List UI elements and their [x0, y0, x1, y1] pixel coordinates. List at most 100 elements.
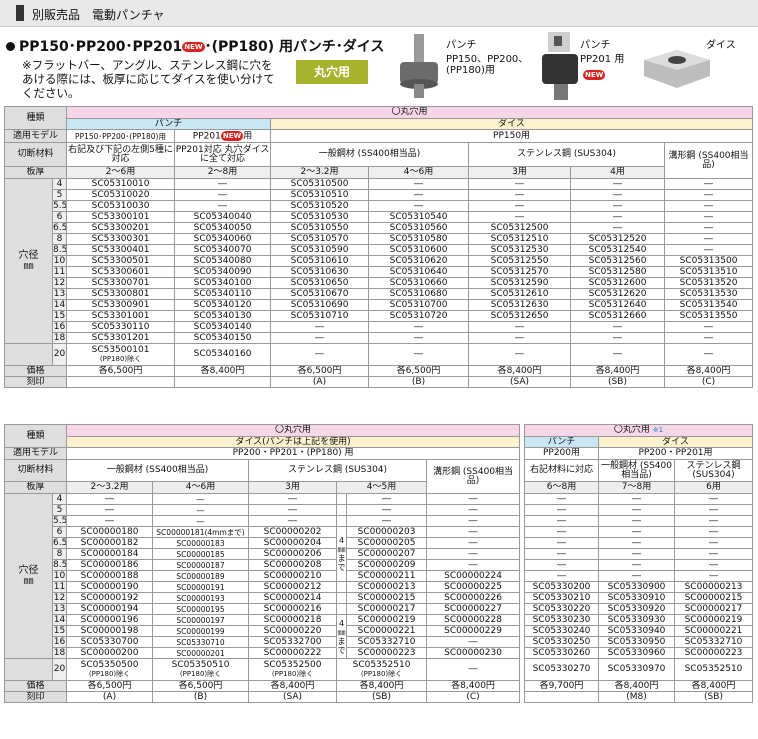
table-row: 6.5 SC53300201 SC05340050 SC05310550 SC05310…	[5, 222, 754, 234]
t1-cell: SC05340120	[174, 299, 272, 311]
t2-cell: SC00000228	[426, 614, 521, 626]
t2-cell: SC00000224	[426, 570, 521, 582]
t3-cell: SC05330220	[524, 603, 599, 615]
t2-cell: SC00000225	[426, 581, 521, 593]
t1-cell: SC05312540	[570, 244, 666, 256]
t2-cell: 10	[51, 570, 68, 582]
t1-price-4: 各8,400円	[468, 365, 572, 377]
t1-model-pp150: PP150･PP200･(PP180)用	[66, 129, 176, 143]
t1-cell: ―	[570, 211, 666, 223]
t1-cell: SC05340050	[174, 222, 272, 234]
t1-cell: 8.5	[51, 244, 68, 256]
table-row: SC05330220 SC05330920 SC00000217	[524, 603, 754, 615]
t1-cell: SC05310530	[270, 211, 370, 223]
t3-cell: ―	[598, 570, 675, 582]
t2-4mm-note: 4㎜まで	[336, 614, 348, 659]
t2-cell: SC00000182	[66, 537, 154, 549]
t1-thick: 板厚	[3, 166, 68, 179]
t1-cell: SC05310010	[66, 178, 176, 190]
t1-cell: SC05340090	[174, 266, 272, 278]
t2-th-1: 4～6用	[152, 481, 250, 494]
t3-cell: ―	[598, 548, 675, 560]
round-hole-badge: 丸穴用	[296, 60, 368, 84]
t2-r20-0-note: (PP180)除く	[88, 669, 131, 678]
t3-cell: SC00000215	[673, 592, 754, 604]
t1-cell: SC05340110	[174, 288, 272, 300]
t2-cell: SC05332700	[248, 636, 338, 648]
t2-cell: 5.5	[51, 515, 68, 527]
t2-cell: SC00000208	[248, 559, 338, 571]
table-row: SC05330250 SC05330950 SC05332710	[524, 636, 754, 648]
t2-cell: ―	[426, 559, 521, 571]
t1-cell: SC05312570	[468, 266, 572, 278]
t1-cell: SC05310710	[270, 310, 370, 322]
t1-cell: ―	[664, 178, 754, 190]
t2-mark-4: (C)	[426, 691, 521, 703]
t2-die: ダイス(パンチは上記を使用)	[66, 436, 521, 448]
t3-th-1: 7～8用	[598, 481, 675, 494]
t1-cell: SC05310640	[368, 266, 470, 278]
table-row: ― ― ―	[524, 515, 754, 527]
table-row: SC05330200 SC05330900 SC00000213	[524, 581, 754, 593]
t1-cell: ―	[468, 178, 572, 190]
table-row: 16 SC05330700 SC05330710 SC05332700 SC053327…	[5, 636, 521, 648]
t2-cell: SC00000207	[346, 548, 428, 560]
t2-cell: ―	[346, 504, 428, 516]
t1-cell: SC53300901	[66, 299, 176, 311]
t3-cell: ―	[598, 504, 675, 516]
t1-cell: 18	[51, 332, 68, 344]
t3-mat-a: 右記材料に対応	[524, 459, 599, 482]
t2-4mm-note: 4㎜まで	[336, 526, 348, 582]
t2-cell: SC00000194	[66, 603, 154, 615]
t1-r20-a-note: (PP180)除く	[99, 354, 142, 363]
t3-price-0: 各9,700円	[524, 680, 599, 692]
t1-cell: SC53300601	[66, 266, 176, 278]
t1-cell: SC05312500	[468, 222, 572, 234]
t2-hole-unit: ㎜	[23, 576, 34, 587]
t3-cell: ―	[524, 548, 599, 560]
new-badge-product: NEW	[583, 70, 606, 80]
t1-cell: SC05310030	[66, 200, 176, 212]
t2-cell: ―	[346, 515, 428, 527]
t1-cell: ―	[664, 200, 754, 212]
t2-cell: 6.5	[51, 537, 68, 549]
table-row: 5 SC05310020 ― SC05310510 ― ― ― ―	[5, 189, 754, 201]
t1-cell: SC05310600	[368, 244, 470, 256]
t2-cell: 15	[51, 625, 68, 637]
t1-cell: SC05310650	[270, 277, 370, 289]
table-row: 穴径㎜ 4 SC05310010 ― SC05310500 ― ― ― ―	[4, 178, 754, 344]
t2-mark-3: (SB)	[336, 691, 428, 703]
t1-cell: SC05310540	[368, 211, 470, 223]
t1-mark-1	[174, 376, 272, 388]
t1-mark-4: (SA)	[468, 376, 572, 388]
t2-cell: ―	[426, 493, 521, 505]
t1-round: 〇丸穴用	[66, 106, 754, 119]
t1-cell: ―	[664, 321, 754, 333]
t2-mark: 刻印	[3, 691, 68, 703]
t1-cell: SC05313510	[664, 266, 754, 278]
table-row: SC05330230 SC05330930 SC00000219	[524, 614, 754, 626]
t2-r20-2-code: SC05352500	[263, 659, 322, 670]
t2-mat-a: 一般鋼材 (SS400相当品)	[66, 459, 250, 482]
table-row: 11 SC53300601 SC05340090 SC05310630 SC053106…	[5, 266, 754, 278]
t3-cell: SC05330230	[524, 614, 599, 626]
t2-cell: SC00000203	[346, 526, 428, 538]
t1-cell: SC53301201	[66, 332, 176, 344]
t2-r20-0-code: SC05350500	[80, 659, 139, 670]
table-row: 18 SC00000200 SC00000201 SC00000222 SC000002…	[5, 647, 521, 659]
t2-mat-b: ステンレス鋼 (SUS304)	[248, 459, 428, 482]
t2-price-2: 各8,400円	[248, 680, 338, 692]
t1-cell: SC05310630	[270, 266, 370, 278]
t1-cell: SC53300801	[66, 288, 176, 300]
table-row: 5 ― ― ― ― ―	[5, 504, 521, 516]
t1-price: 価格	[3, 365, 68, 377]
t2-price-3: 各8,400円	[336, 680, 428, 692]
t3-r20-1: SC05330970	[598, 658, 675, 681]
header-label: 別販売品 電動パンチャ	[32, 8, 165, 22]
t1-cell: SC53300401	[66, 244, 176, 256]
t1-model: 適用モデル	[3, 129, 68, 143]
t3-price-1: 各8,400円	[598, 680, 675, 692]
t1-th-4: 3用	[468, 166, 572, 179]
t1-mark: 刻印	[3, 376, 68, 388]
t2-cell: SC05330710	[152, 636, 250, 648]
